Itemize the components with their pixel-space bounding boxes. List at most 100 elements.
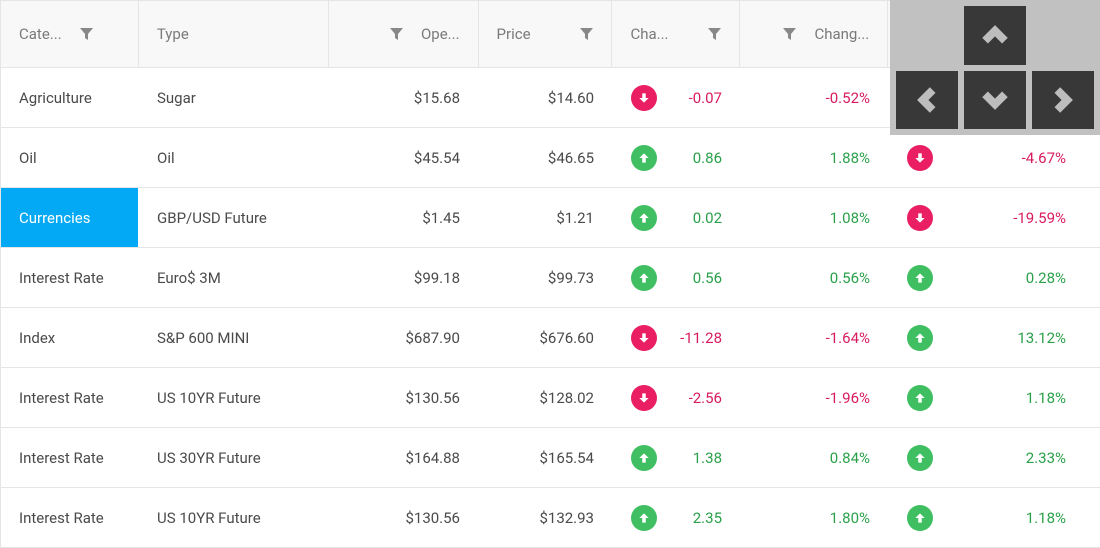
- type-value: Euro$ 3M: [157, 269, 221, 287]
- dpad-left-button[interactable]: [896, 71, 958, 130]
- cell-changepct: -0.52%: [741, 68, 889, 127]
- table-row[interactable]: Interest RateUS 10YR Future$130.56$128.0…: [1, 368, 1100, 428]
- type-value: GBP/USD Future: [157, 209, 267, 227]
- price-value: $46.65: [548, 149, 594, 167]
- dpad-spacer: [896, 6, 958, 65]
- cell-changepct: 1.88%: [741, 128, 889, 187]
- cell-type: US 10YR Future: [139, 488, 329, 547]
- cell-val: 0.28%: [889, 248, 1085, 307]
- cell-category[interactable]: Interest Rate: [1, 368, 139, 427]
- cell-changepct: -1.64%: [741, 308, 889, 367]
- filter-icon[interactable]: [783, 28, 796, 41]
- open-value: $1.45: [422, 209, 460, 227]
- table-row[interactable]: OilOil$45.54$46.650.861.88%-4.67%: [1, 128, 1100, 188]
- cell-open: $99.18: [329, 248, 479, 307]
- cell-price: $46.65: [479, 128, 613, 187]
- table-row[interactable]: IndexS&P 600 MINI$687.90$676.60-11.28-1.…: [1, 308, 1100, 368]
- filter-icon[interactable]: [708, 28, 721, 41]
- header-open[interactable]: Ope...: [329, 1, 479, 67]
- cell-price: $14.60: [479, 68, 613, 127]
- cell-changepct: 0.84%: [741, 428, 889, 487]
- cell-category[interactable]: Interest Rate: [1, 428, 139, 487]
- type-value: US 10YR Future: [157, 509, 261, 527]
- table-row[interactable]: Currencies GBP/USD Future $1.45 $1.21 0.02 1.…: [1, 188, 1100, 248]
- arrow-down-icon: [631, 85, 657, 111]
- header-changepct-label: Chang...: [814, 25, 869, 43]
- arrow-up-icon: [631, 145, 657, 171]
- open-value: $164.88: [405, 449, 460, 467]
- cell-type: Sugar: [139, 68, 329, 127]
- cell-category[interactable]: Oil: [1, 128, 139, 187]
- filter-icon[interactable]: [390, 28, 403, 41]
- arrow-up-icon: [907, 325, 933, 351]
- dpad-down-button[interactable]: [964, 71, 1026, 130]
- price-value: $165.54: [539, 449, 594, 467]
- table-row[interactable]: Interest Rate US 30YR Future $164.88 $165.5…: [1, 428, 1100, 488]
- changepct-value: 0.56%: [830, 269, 870, 287]
- type-value: Sugar: [157, 89, 196, 107]
- category-value: Interest Rate: [19, 449, 104, 467]
- open-value: $130.56: [405, 509, 460, 527]
- header-type[interactable]: Type: [139, 1, 329, 67]
- header-category[interactable]: Cate...: [1, 1, 139, 67]
- cell-val: 13.12%: [889, 308, 1085, 367]
- changepct-value: 1.08%: [830, 209, 870, 227]
- header-changepct[interactable]: Chang...: [740, 1, 888, 67]
- cell-category[interactable]: Interest Rate: [1, 248, 139, 307]
- arrow-up-icon: [631, 445, 657, 471]
- table-row[interactable]: Interest Rate Euro$ 3M $99.18 $99.73 0.56 0.5…: [1, 248, 1100, 308]
- cell-price: $128.02: [479, 368, 613, 427]
- price-value: $132.93: [539, 509, 594, 527]
- dpad-spacer: [1032, 6, 1094, 65]
- changepct-value: -1.96%: [826, 389, 870, 407]
- arrow-down-icon: [631, 385, 657, 411]
- arrow-up-icon: [631, 505, 657, 531]
- category-value: Agriculture: [19, 89, 92, 107]
- header-price[interactable]: Price: [479, 1, 613, 67]
- arrow-up-icon: [907, 445, 933, 471]
- cell-open: $1.45: [329, 188, 479, 247]
- rows-container: Agriculture Sugar $15.68 $14.60 -0.07 -0.52% O…: [1, 68, 1100, 548]
- cell-val: 2.33%: [889, 428, 1085, 487]
- type-value: S&P 600 MINI: [157, 329, 249, 347]
- category-value: Index: [19, 329, 55, 347]
- category-value: Interest Rate: [19, 509, 104, 527]
- cell-open: $15.68: [329, 68, 479, 127]
- cell-change: 0.02: [613, 188, 741, 247]
- filter-icon[interactable]: [80, 28, 93, 41]
- change-value: 0.56: [693, 269, 722, 287]
- filter-icon[interactable]: [580, 28, 593, 41]
- dpad-right-button[interactable]: [1032, 71, 1094, 130]
- cell-category[interactable]: Agriculture: [1, 68, 139, 127]
- cell-price: $99.73: [479, 248, 613, 307]
- arrow-down-icon: [907, 145, 933, 171]
- cell-type: Oil: [139, 128, 329, 187]
- change-value: 1.38: [693, 449, 722, 467]
- cell-changepct: 1.08%: [741, 188, 889, 247]
- table-row[interactable]: Interest Rate US 10YR Future $130.56 $132.9…: [1, 488, 1100, 548]
- price-value: $99.73: [548, 269, 594, 287]
- arrow-down-icon: [631, 325, 657, 351]
- cell-type: Euro$ 3M: [139, 248, 329, 307]
- cell-open: $130.56: [329, 488, 479, 547]
- price-value: $1.21: [556, 209, 594, 227]
- cell-category[interactable]: Interest Rate: [1, 488, 139, 547]
- header-category-label: Cate...: [19, 25, 62, 43]
- change-value: -0.07: [689, 89, 722, 107]
- cell-category[interactable]: Currencies: [1, 188, 139, 247]
- category-value: Oil: [19, 149, 37, 167]
- dpad-up-button[interactable]: [964, 6, 1026, 65]
- header-change-label: Cha...: [630, 25, 668, 43]
- changepct-value: 0.84%: [830, 449, 870, 467]
- change-value: -11.28: [680, 329, 722, 347]
- cell-type: S&P 600 MINI: [139, 308, 329, 367]
- cell-type: US 30YR Future: [139, 428, 329, 487]
- cell-category[interactable]: Index: [1, 308, 139, 367]
- cell-change: -11.28: [613, 308, 741, 367]
- cell-open: $130.56: [329, 368, 479, 427]
- category-value: Interest Rate: [19, 389, 104, 407]
- val-value: -4.67%: [1022, 149, 1066, 167]
- cell-val: 1.18%: [889, 488, 1085, 547]
- header-change[interactable]: Cha...: [612, 1, 740, 67]
- open-value: $15.68: [414, 89, 460, 107]
